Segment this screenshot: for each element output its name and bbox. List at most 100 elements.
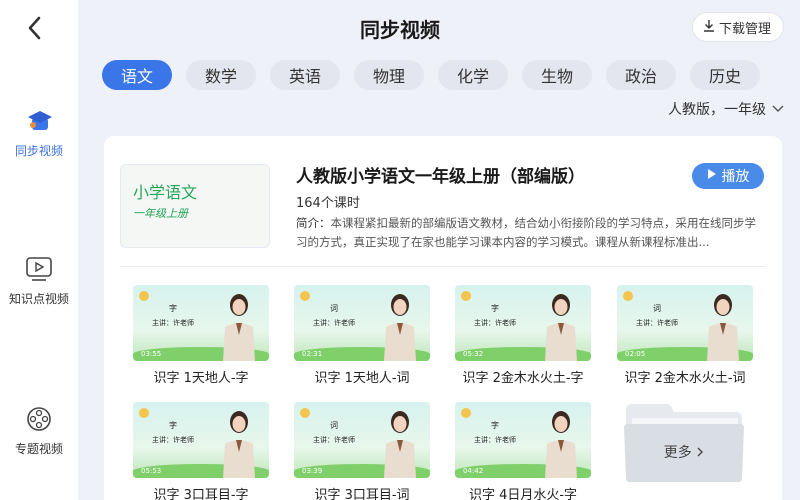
video-duration: 05:32 [463,350,484,358]
video-item[interactable]: 字 主讲：许老师 04:42 识字 4日月水火-字 [455,402,591,500]
chevron-right-icon [696,445,704,461]
tab-math[interactable]: 数学 [186,60,256,90]
tab-physics[interactable]: 物理 [354,60,424,90]
video-duration: 03:39 [302,467,323,475]
thumbnail-teacher: 主讲：许老师 [474,436,516,444]
download-icon [703,19,715,36]
video-thumbnail: 字 主讲：许老师 05:53 [133,402,269,478]
video-duration: 02:05 [625,350,646,358]
download-manager-button[interactable]: 下载管理 [691,12,784,42]
header: 同步视频 下载管理 [78,0,800,56]
thumbnail-word: 词 [653,304,661,313]
logo-badge-icon [623,291,633,301]
teacher-figure-icon [223,294,255,361]
video-item[interactable]: 词 主讲：许老师 03:39 识字 3口耳目-词 [294,402,430,500]
play-screen-icon [24,254,54,284]
more-button[interactable]: 更多 [622,402,746,482]
thumbnail-teacher: 主讲：许老师 [152,436,194,444]
sidebar-item-knowledge-video[interactable]: 知识点视频 [0,254,78,307]
teacher-figure-icon [545,294,577,361]
video-duration: 04:42 [463,467,484,475]
tab-history[interactable]: 历史 [690,60,760,90]
thumbnail-teacher: 主讲：许老师 [636,319,678,327]
video-item[interactable]: 词 主讲：许老师 02:31 识字 1天地人-词 [294,285,430,386]
thumbnail-word: 字 [491,421,499,430]
logo-badge-icon [139,291,149,301]
video-title: 识字 3口耳目-词 [314,488,410,500]
video-title: 识字 3口耳目-字 [153,488,249,500]
logo-badge-icon [300,408,310,418]
video-thumbnail: 词 主讲：许老师 02:05 [617,285,753,361]
logo-badge-icon [300,291,310,301]
video-title: 识字 2金木水火土-词 [624,371,746,386]
divider [120,266,766,267]
download-label: 下载管理 [718,21,771,37]
play-icon [707,168,717,184]
teacher-figure-icon [223,411,255,478]
thumbnail-word: 字 [169,304,177,313]
thumbnail-word: 词 [330,421,338,430]
cover-subtitle: 一年级上册 [133,207,188,220]
tab-english[interactable]: 英语 [270,60,340,90]
teacher-figure-icon [545,411,577,478]
video-title: 识字 4日月水火-字 [468,488,578,500]
teacher-figure-icon [384,411,416,478]
video-item[interactable]: 词 主讲：许老师 02:05 识字 2金木水火土-词 [617,285,753,386]
course-title: 人教版小学语文一年级上册（部编版） [296,167,585,187]
sidebar-item-label: 同步视频 [14,144,63,158]
video-item[interactable]: 字 主讲：许老师 05:32 识字 2金木水火土-字 [455,285,591,386]
thumbnail-word: 词 [330,304,338,313]
thumbnail-word: 字 [169,421,177,430]
more-label: 更多 [622,442,746,462]
video-thumbnail: 字 主讲：许老师 04:42 [455,402,591,478]
thumbnail-teacher: 主讲：许老师 [313,319,355,327]
video-thumbnail: 字 主讲：许老师 03:55 [133,285,269,361]
video-title: 识字 2金木水火土-字 [462,371,584,386]
graduation-cap-icon [24,106,54,136]
course-cover: 小学语文 一年级上册 [120,164,270,248]
video-duration: 05:53 [141,467,162,475]
video-thumbnail: 词 主讲：许老师 03:39 [294,402,430,478]
logo-badge-icon [461,408,471,418]
sidebar-item-sync-video[interactable]: 同步视频 [0,106,78,159]
sidebar: 同步视频 知识点视频 专题视频 [0,0,78,500]
back-arrow-icon[interactable] [22,14,48,42]
video-duration: 02:31 [302,350,323,358]
tab-chinese[interactable]: 语文 [102,60,172,90]
video-thumbnail: 词 主讲：许老师 02:31 [294,285,430,361]
edition-selector[interactable]: 人教版，一年级 [668,99,784,119]
cover-title: 小学语文 [133,183,198,202]
thumbnail-teacher: 主讲：许老师 [152,319,194,327]
logo-badge-icon [139,408,149,418]
logo-badge-icon [461,291,471,301]
lesson-count: 164个课时 [296,196,360,211]
video-title: 识字 1天地人-字 [153,371,249,386]
play-label: 播放 [721,169,750,185]
teacher-figure-icon [384,294,416,361]
thumbnail-teacher: 主讲：许老师 [313,436,355,444]
video-duration: 03:55 [141,350,162,358]
tab-biology[interactable]: 生物 [522,60,592,90]
play-button[interactable]: 播放 [692,163,764,189]
thumbnail-teacher: 主讲：许老师 [474,319,516,327]
video-item[interactable]: 字 主讲：许老师 05:53 识字 3口耳目-字 [133,402,269,500]
subject-tabs: 语文 数学 英语 物理 化学 生物 政治 历史 [102,60,774,90]
edition-label: 人教版，一年级 [668,102,766,118]
description-label: 简介： [296,216,331,230]
film-reel-icon [24,404,54,434]
chevron-down-icon [772,101,784,117]
video-thumbnail: 字 主讲：许老师 05:32 [455,285,591,361]
sidebar-item-topic-video[interactable]: 专题视频 [0,404,78,457]
video-title: 识字 1天地人-词 [314,371,410,386]
teacher-figure-icon [707,294,739,361]
sidebar-item-label: 知识点视频 [8,292,69,306]
course-description: 简介：本课程紧扣最新的部编版语文教材，结合幼小衔接阶段的学习特点，采用在线同步学… [296,214,756,252]
page-title: 同步视频 [360,18,440,42]
tab-politics[interactable]: 政治 [606,60,676,90]
description-text: 本课程紧扣最新的部编版语文教材，结合幼小衔接阶段的学习特点，采用在线同步学习的方… [296,216,756,249]
more-text: 更多 [663,445,692,461]
video-item[interactable]: 字 主讲：许老师 03:55 识字 1天地人-字 [133,285,269,386]
thumbnail-word: 字 [491,304,499,313]
tab-chemistry[interactable]: 化学 [438,60,508,90]
sidebar-item-label: 专题视频 [14,442,63,456]
